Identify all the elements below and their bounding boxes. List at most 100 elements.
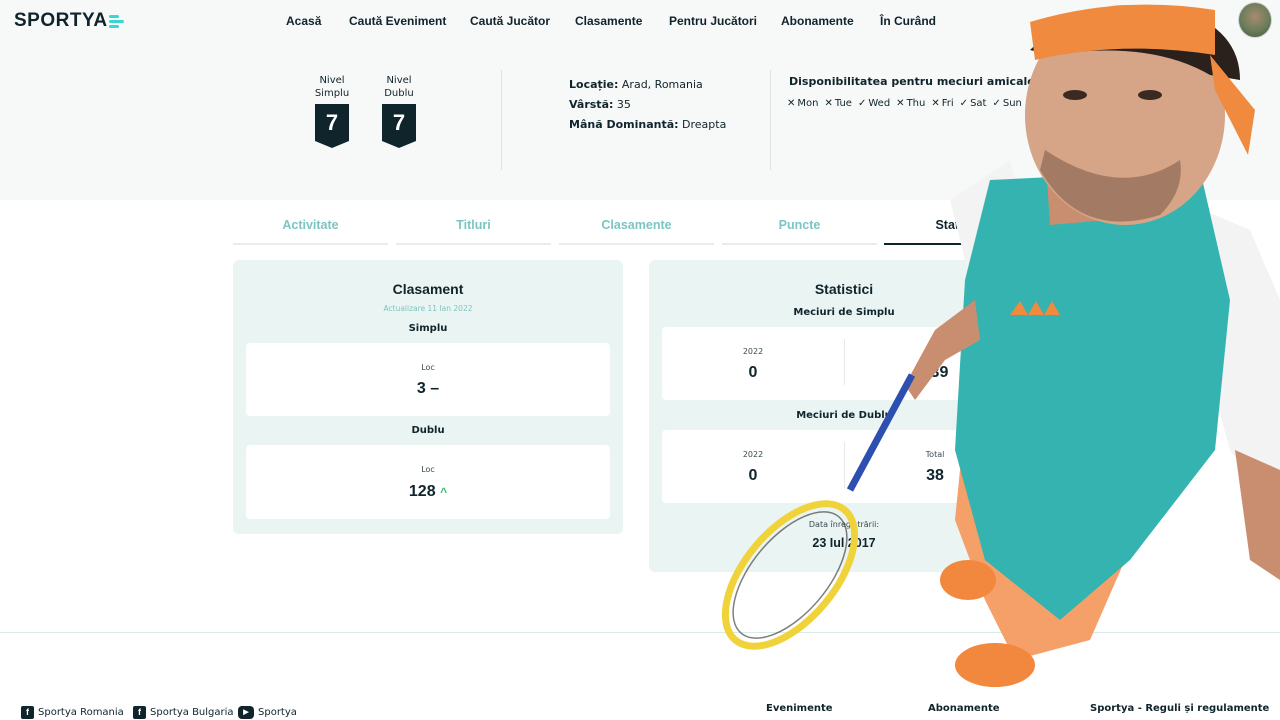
tab-statistics[interactable]: Statistici xyxy=(884,210,1039,245)
doubles-level-label-2: Dublu xyxy=(384,88,414,99)
nav-subscriptions[interactable]: Abonamente xyxy=(781,14,854,28)
social-label: Sportya Bulgaria xyxy=(150,707,234,718)
singles-total-col: Total 139 xyxy=(844,327,1026,400)
player-info: Locație: Arad, Romania Vârstă: 35 Mână D… xyxy=(569,75,726,135)
age-row: Vârstă: 35 xyxy=(569,95,726,115)
footer-divider xyxy=(0,632,1280,633)
no-change-icon: – xyxy=(430,380,440,397)
tab-titles[interactable]: Titluri xyxy=(396,210,551,245)
day-label: Tue xyxy=(834,98,852,109)
day-label: Mon xyxy=(797,98,819,109)
unavailable-icon: ✕ xyxy=(824,98,833,109)
day-label: Sun xyxy=(1002,98,1022,109)
doubles-year-col: 2022 0 xyxy=(662,430,844,503)
tab-points[interactable]: Puncte xyxy=(722,210,877,245)
location-label: Locație: xyxy=(569,78,619,91)
nav-home[interactable]: Acasă xyxy=(286,14,321,28)
facebook-icon: f xyxy=(133,706,146,719)
logo-lines-icon xyxy=(108,14,125,29)
social-label: Sportya Romania xyxy=(38,707,124,718)
singles-place-label: Loc xyxy=(421,363,435,372)
singles-total-label: Total xyxy=(925,347,945,356)
singles-place-value: 3 xyxy=(416,380,426,397)
doubles-place: 128 ^ xyxy=(246,483,610,501)
available-check-icon: ✓ xyxy=(992,98,1001,109)
doubles-year-label: 2022 xyxy=(742,450,764,459)
doubles-level-badge: 7 xyxy=(382,104,416,148)
tab-activity[interactable]: Activitate xyxy=(233,210,388,245)
available-check-icon: ✓ xyxy=(857,98,867,109)
footer-link-rules[interactable]: Sportya - Reguli și regulamente xyxy=(1090,703,1269,714)
doubles-total-label: Total xyxy=(925,450,945,459)
doubles-level: Nivel Dublu 7 xyxy=(369,74,429,148)
youtube-icon: ▶ xyxy=(238,706,254,719)
social-facebook-bg[interactable]: f Sportya Bulgaria xyxy=(133,706,234,719)
singles-matches-card: 2022 0 Total 139 xyxy=(662,327,1026,400)
nav-for-players[interactable]: Pentru Jucători xyxy=(669,14,757,28)
doubles-matches-label: Meciuri de Dublu xyxy=(796,410,892,421)
facebook-icon: f xyxy=(21,706,34,719)
unavailable-icon: ✕ xyxy=(787,98,796,109)
social-facebook-ro[interactable]: f Sportya Romania xyxy=(21,706,124,719)
trend-up-icon: ^ xyxy=(440,485,448,499)
profile-header: SPORTYA Acasă Caută Eveniment Caută Jucă… xyxy=(0,0,1280,200)
day-label: Wed xyxy=(868,98,891,109)
hand-label: Mână Dominantă: xyxy=(569,118,679,131)
registration-label: Data înregistrării: xyxy=(808,520,880,529)
day-sat: ✓ Sat xyxy=(960,98,987,109)
day-mon: ✕ Mon xyxy=(787,98,818,109)
location-row: Locație: Arad, Romania xyxy=(569,75,726,95)
location-value: Arad, Romania xyxy=(618,78,703,91)
social-youtube[interactable]: ▶ Sportya xyxy=(238,706,297,719)
nav-coming-soon[interactable]: În Curând xyxy=(880,14,936,28)
doubles-place-value: 128 xyxy=(408,483,436,500)
singles-rank-card: Loc 3 – xyxy=(246,343,610,416)
unavailable-icon: ✕ xyxy=(931,98,940,109)
user-avatar[interactable] xyxy=(1238,2,1272,38)
unavailable-icon: ✕ xyxy=(896,98,905,109)
doubles-total-value: 38 xyxy=(926,467,944,484)
day-label: Thu xyxy=(906,98,926,109)
singles-level: Nivel Simplu 7 xyxy=(302,74,362,148)
nav-find-event[interactable]: Caută Eveniment xyxy=(349,14,446,28)
statistics-panel: Statistici Meciuri de Simplu 2022 0 Tota… xyxy=(649,260,1039,572)
tab-leaderboards[interactable]: Clasamente xyxy=(559,210,714,245)
singles-label: Simplu xyxy=(408,323,448,334)
ranking-title: Clasament xyxy=(392,281,464,297)
singles-total-value: 139 xyxy=(921,364,949,381)
singles-year-value: 0 xyxy=(748,364,758,381)
statistics-title: Statistici xyxy=(814,281,874,297)
social-label: Sportya xyxy=(258,707,297,718)
singles-year-label: 2022 xyxy=(742,347,764,356)
doubles-level-label-1: Nivel xyxy=(386,75,412,86)
age-value: 35 xyxy=(613,98,631,111)
day-sun: ✓ Sun xyxy=(992,98,1021,109)
doubles-year-value: 0 xyxy=(748,467,758,484)
singles-year-col: 2022 0 xyxy=(662,327,844,400)
footer-link-subscriptions[interactable]: Abonamente xyxy=(928,703,1000,714)
doubles-total-col: Total 38 xyxy=(844,430,1026,503)
day-tue: ✕ Tue xyxy=(824,98,851,109)
doubles-matches-card: 2022 0 Total 38 xyxy=(662,430,1026,503)
singles-level-label-2: Simplu xyxy=(314,88,350,99)
available-check-icon: ✓ xyxy=(959,98,969,109)
day-wed: ✓ Wed xyxy=(858,98,890,109)
availability-days: ✕ Mon ✕ Tue ✓ Wed ✕ Thu ✕ Fri ✓ Sat ✓ Sun xyxy=(787,98,1022,109)
header-divider xyxy=(770,70,771,170)
singles-matches-label: Meciuri de Simplu xyxy=(793,307,895,318)
logo-text: SPORTYA xyxy=(14,10,108,31)
ranking-updated: Actualizare 11 Ian 2022 xyxy=(383,304,473,313)
singles-level-badge: 7 xyxy=(315,104,349,148)
footer-link-events[interactable]: Evenimente xyxy=(766,703,833,714)
doubles-place-label: Loc xyxy=(421,465,435,474)
availability-title: Disponibilitatea pentru meciuri amicale xyxy=(789,75,1035,88)
singles-level-label-1: Nivel xyxy=(319,75,345,86)
sportya-logo[interactable]: SPORTYA xyxy=(14,10,125,32)
nav-leaderboards[interactable]: Clasamente xyxy=(575,14,642,28)
doubles-rank-card: Loc 128 ^ xyxy=(246,445,610,519)
nav-find-player[interactable]: Caută Jucător xyxy=(470,14,550,28)
day-label: Sat xyxy=(970,98,987,109)
hand-row: Mână Dominantă: Dreapta xyxy=(569,115,726,135)
hand-value: Dreapta xyxy=(678,118,727,131)
day-label: Fri xyxy=(941,98,954,109)
